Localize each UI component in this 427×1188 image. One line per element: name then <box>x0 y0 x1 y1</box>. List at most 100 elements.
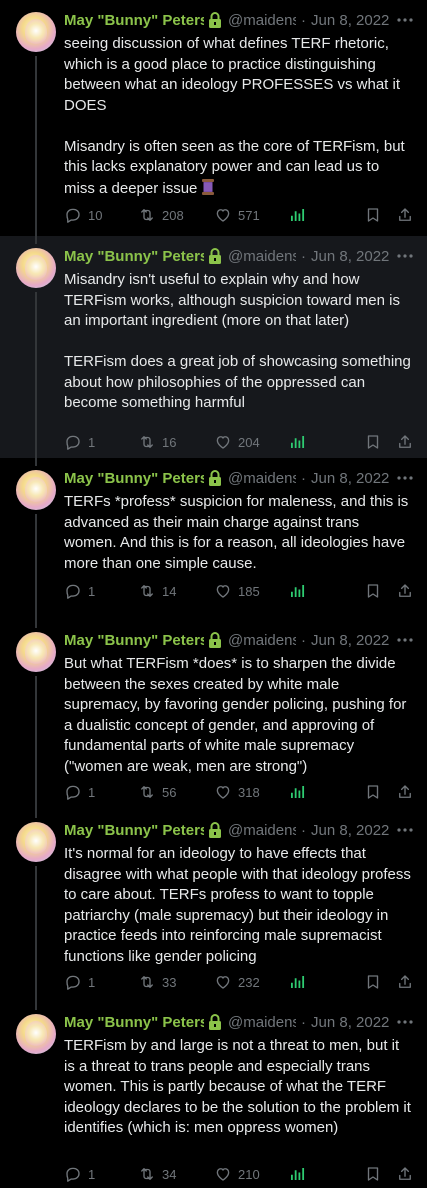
thread-spool-emoji <box>197 178 216 197</box>
display-name[interactable]: May "Bunny" Peters <box>64 248 204 265</box>
more-icon[interactable] <box>396 1012 414 1032</box>
tweet[interactable]: May "Bunny" Peters @maidens · Jun 8, 2022 TE… <box>0 458 427 620</box>
like-count: 210 <box>238 1166 260 1182</box>
share-button[interactable] <box>396 972 414 992</box>
tweet[interactable]: May "Bunny" Peters @maidens · Jun 8, 2022 It… <box>0 810 427 1002</box>
like-button[interactable]: 210 <box>214 1164 260 1184</box>
reply-count: 1 <box>88 784 96 800</box>
share-icon <box>396 783 414 801</box>
tweet-text: TERFs *profess* suspicion for maleness, … <box>64 492 414 574</box>
bookmark-icon <box>364 582 382 600</box>
like-button[interactable]: 318 <box>214 782 260 802</box>
display-name[interactable]: May "Bunny" Peters <box>64 470 204 487</box>
display-name[interactable]: May "Bunny" Peters <box>64 12 204 29</box>
retweet-button[interactable]: 34 <box>138 1164 176 1184</box>
avatar[interactable] <box>16 12 56 52</box>
timestamp[interactable]: Jun 8, 2022 <box>311 248 389 265</box>
user-handle[interactable]: @maidens <box>228 1014 296 1031</box>
avatar[interactable] <box>16 248 56 288</box>
share-button[interactable] <box>396 205 414 225</box>
like-icon <box>214 783 232 801</box>
separator-dot: · <box>301 247 306 265</box>
more-icon[interactable] <box>396 630 414 650</box>
display-name[interactable]: May "Bunny" Peters <box>64 1014 204 1031</box>
share-button[interactable] <box>396 782 414 802</box>
avatar[interactable] <box>16 632 56 672</box>
views-button[interactable] <box>288 972 306 992</box>
thread-connector-line <box>35 292 37 458</box>
action-bar: 1 56 318 <box>64 782 414 802</box>
share-button[interactable] <box>396 432 414 452</box>
timestamp[interactable]: Jun 8, 2022 <box>311 470 389 487</box>
share-button[interactable] <box>396 581 414 601</box>
user-handle[interactable]: @maidens <box>228 12 296 29</box>
reply-button[interactable]: 1 <box>64 1164 95 1184</box>
bookmark-button[interactable] <box>364 205 382 225</box>
retweet-button[interactable]: 14 <box>138 581 176 601</box>
reply-button[interactable]: 1 <box>64 972 95 992</box>
timestamp[interactable]: Jun 8, 2022 <box>311 12 389 29</box>
share-icon <box>396 206 414 224</box>
avatar[interactable] <box>16 1014 56 1054</box>
lock-icon <box>204 1013 223 1031</box>
like-button[interactable]: 185 <box>214 581 260 601</box>
bookmark-button[interactable] <box>364 432 382 452</box>
avatar[interactable] <box>16 470 56 510</box>
share-button[interactable] <box>396 1164 414 1184</box>
tweet-text: TERFism by and large is not a threat to … <box>64 1036 414 1139</box>
like-button[interactable]: 232 <box>214 972 260 992</box>
bookmark-button[interactable] <box>364 972 382 992</box>
retweet-count: 16 <box>162 434 177 450</box>
lock-icon <box>204 631 223 649</box>
like-button[interactable]: 571 <box>214 205 260 225</box>
timestamp[interactable]: Jun 8, 2022 <box>311 632 389 649</box>
display-name[interactable]: May "Bunny" Peters <box>64 822 204 839</box>
bookmark-button[interactable] <box>364 581 382 601</box>
retweet-button[interactable]: 56 <box>138 782 176 802</box>
display-name[interactable]: May "Bunny" Peters <box>64 632 204 649</box>
more-icon[interactable] <box>396 820 414 840</box>
more-icon[interactable] <box>396 246 414 266</box>
reply-button[interactable]: 1 <box>64 782 95 802</box>
tweet[interactable]: May "Bunny" Peters @maidens · Jun 8, 2022 se… <box>0 0 427 236</box>
tweet[interactable]: May "Bunny" Peters @maidens · Jun 8, 2022 TE… <box>0 1002 427 1188</box>
bookmark-button[interactable] <box>364 782 382 802</box>
bookmark-icon <box>364 973 382 991</box>
tweet[interactable]: May "Bunny" Peters @maidens · Jun 8, 2022 Mi… <box>0 236 427 458</box>
more-icon[interactable] <box>396 468 414 488</box>
views-button[interactable] <box>288 782 306 802</box>
like-button[interactable]: 204 <box>214 432 260 452</box>
like-count: 318 <box>238 784 260 800</box>
views-button[interactable] <box>288 205 306 225</box>
timestamp[interactable]: Jun 8, 2022 <box>311 1014 389 1031</box>
like-icon <box>214 433 232 451</box>
reply-count: 1 <box>88 1166 96 1182</box>
avatar[interactable] <box>16 822 56 862</box>
thread-connector-line <box>35 1002 37 1010</box>
tweet-text-content: seeing discussion of what defines TERF r… <box>64 35 405 197</box>
views-button[interactable] <box>288 432 306 452</box>
retweet-count: 208 <box>162 207 184 223</box>
thread-connector-line <box>35 458 37 466</box>
separator-dot: · <box>301 1013 306 1031</box>
lock-icon <box>204 821 223 839</box>
retweet-button[interactable]: 208 <box>138 205 184 225</box>
tweet-text: seeing discussion of what defines TERF r… <box>64 34 414 199</box>
reply-button[interactable]: 1 <box>64 581 95 601</box>
user-handle[interactable]: @maidens <box>228 248 296 265</box>
reply-button[interactable]: 10 <box>64 205 102 225</box>
bookmark-button[interactable] <box>364 1164 382 1184</box>
tweet[interactable]: May "Bunny" Peters @maidens · Jun 8, 2022 Bu… <box>0 620 427 810</box>
views-button[interactable] <box>288 581 306 601</box>
reply-count: 1 <box>88 974 96 990</box>
retweet-button[interactable]: 33 <box>138 972 176 992</box>
timestamp[interactable]: Jun 8, 2022 <box>311 822 389 839</box>
more-icon[interactable] <box>396 10 414 30</box>
reply-button[interactable]: 1 <box>64 432 95 452</box>
views-button[interactable] <box>288 1164 306 1184</box>
user-handle[interactable]: @maidens <box>228 470 296 487</box>
user-handle[interactable]: @maidens <box>228 822 296 839</box>
user-handle[interactable]: @maidens <box>228 632 296 649</box>
tweet-header: May "Bunny" Peters @maidens · Jun 8, 2022 <box>64 10 414 30</box>
retweet-button[interactable]: 16 <box>138 432 176 452</box>
